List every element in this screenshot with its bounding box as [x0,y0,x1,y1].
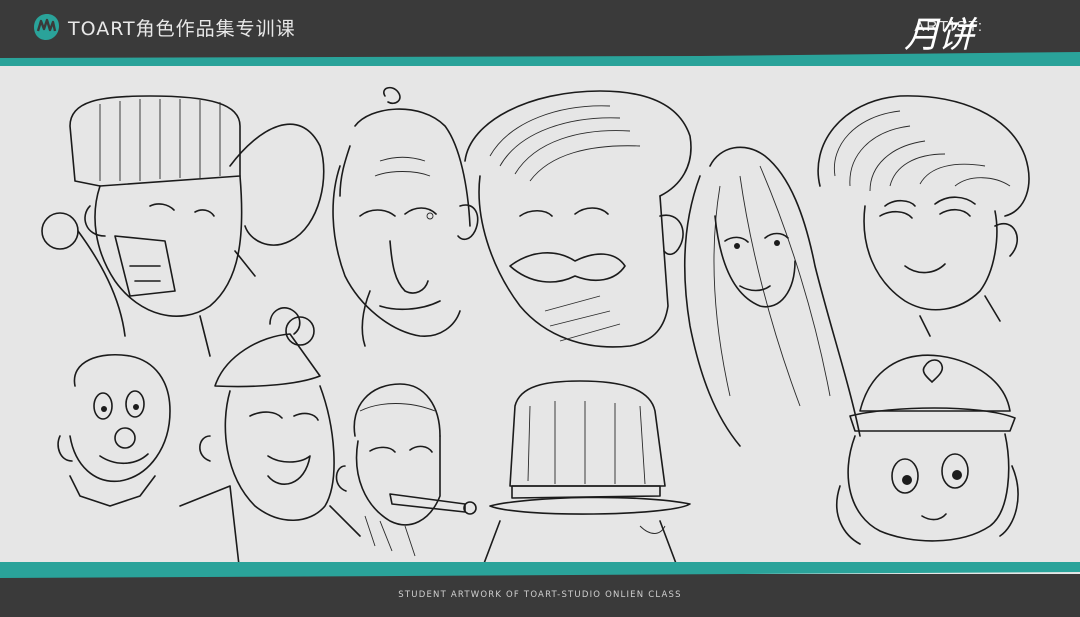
sketch-old-man [332,86,479,347]
footer-caption: STUDENT ARTWORK OF TOART-STUDIO ONLIEN C… [398,590,682,600]
sketch-curlyhair-woman [817,95,1030,337]
sketch-police-girl [835,354,1019,545]
brand-title: TOART角色作品集专训课 [68,18,296,40]
bottom-accent-band [0,562,1080,578]
artwork-canvas [0,66,1080,574]
header-bar: TOART角色作品集专训课 ARTIST: 月饼 [0,0,1080,58]
sketch-roundnose-kid [57,354,171,507]
sketch-fedora-man [479,380,691,574]
toart-logo-icon [34,14,59,40]
character-sketches [41,86,1030,574]
sketch-cigar-man [335,383,477,557]
sketch-big-hat-man [179,307,361,574]
sketch-pompadour-man [464,90,692,348]
artist-name: 月饼 [904,15,974,56]
sketch-bowlcut-man [41,95,325,357]
sketch-longhair-woman [684,146,861,447]
